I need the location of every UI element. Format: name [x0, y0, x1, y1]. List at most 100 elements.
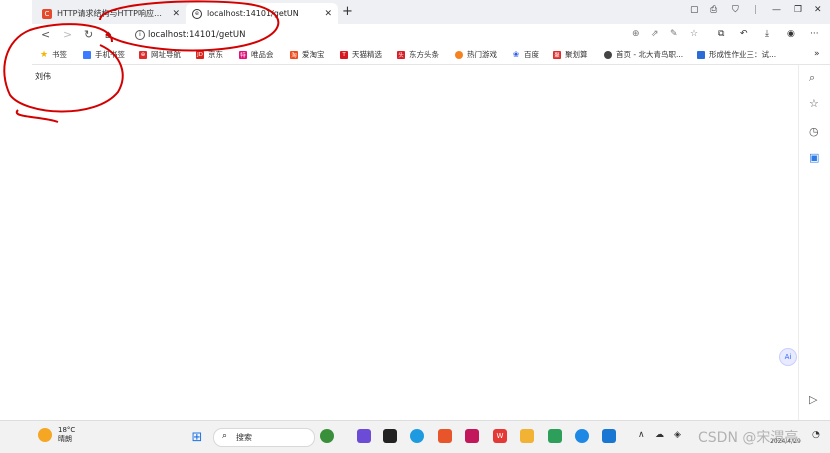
baidu-icon: ❀	[512, 50, 520, 59]
refresh-icon[interactable]: ↻	[84, 28, 93, 41]
favorites-icon[interactable]: ☆	[809, 97, 819, 110]
minimize-icon[interactable]: —	[772, 5, 781, 15]
bookmark-label: 网址导航	[151, 50, 181, 59]
taobao-icon: 淘	[290, 50, 298, 59]
restore-icon[interactable]: ❐	[794, 5, 802, 15]
tmall-icon: T	[340, 50, 348, 59]
bookmark-item[interactable]: JD 京东	[196, 49, 223, 60]
favorite-star-icon[interactable]: ☆	[690, 29, 698, 39]
bookmarks-bar: ★ 书签 手机书签 ⊕ 网址导航 JD 京东 特 唯品会 淘 爱淘宝 T 天猫精…	[32, 46, 830, 65]
print-icon[interactable]: ⎙	[710, 5, 717, 15]
edge-sidebar: ⌕ ☆ ◷ ▣ ▷	[798, 65, 830, 420]
bookmark-label: 首页 - 北大青鸟职...	[616, 50, 684, 59]
tab-actions-icon[interactable]: ▢	[690, 5, 699, 15]
undo-icon[interactable]: ↶	[740, 29, 748, 39]
csdn-icon: C	[42, 8, 52, 19]
tab-csdn-article[interactable]: C HTTP请求结构与HTTP响应结构... ✕	[36, 3, 186, 24]
forward-arrow-icon[interactable]: >	[63, 28, 72, 41]
bookmark-item[interactable]: 手机书签	[83, 49, 125, 60]
edge-app-icon[interactable]	[410, 429, 424, 443]
extensions-puzzle-icon[interactable]: ⧉	[718, 29, 724, 39]
bookmark-item[interactable]: 特 唯品会	[239, 49, 274, 60]
jd-icon: JD	[196, 50, 204, 59]
bookmark-item[interactable]: 形成性作业三：试...	[697, 49, 776, 60]
bookmark-item[interactable]: 首页 - 北大青鸟职...	[604, 49, 683, 60]
copilot-app-icon[interactable]	[357, 429, 371, 443]
weather-condition: 晴朗	[58, 435, 72, 443]
intellij-app-icon[interactable]	[465, 429, 479, 443]
url-text[interactable]: localhost:14101/getUN	[148, 30, 245, 40]
bookmark-label: 手机书签	[95, 50, 125, 59]
read-aloud-icon[interactable]: ✎	[670, 29, 678, 39]
phone-icon	[83, 50, 91, 59]
tab-title: HTTP请求结构与HTTP响应结构...	[57, 9, 167, 18]
search-icon[interactable]: ⌕	[809, 71, 815, 85]
bookmark-item[interactable]: T 天猫精选	[340, 49, 382, 60]
network-tool-icon[interactable]	[602, 429, 616, 443]
bookmark-label: 百度	[524, 50, 539, 59]
security-icon[interactable]: ◈	[674, 430, 681, 440]
bookmark-label: 书签	[52, 50, 67, 59]
file-explorer-icon[interactable]	[520, 429, 534, 443]
back-arrow-icon[interactable]: <	[41, 28, 50, 41]
browser-window: C HTTP请求结构与HTTP响应结构... ✕ e localhost:141…	[32, 0, 830, 420]
cloud-icon[interactable]: ☁	[655, 430, 664, 440]
office-app-icon[interactable]: ▣	[809, 151, 819, 164]
edge-page-icon: e	[192, 8, 202, 19]
bookmark-label: 形成性作业三：试...	[709, 50, 777, 59]
doc-icon	[697, 50, 705, 59]
bookmark-label: 爱淘宝	[302, 50, 325, 59]
bookmark-item[interactable]: 淘 爱淘宝	[290, 49, 325, 60]
bookmark-item[interactable]: 热门游戏	[455, 49, 497, 60]
close-icon[interactable]: ✕	[324, 9, 332, 19]
address-bar[interactable]: i localhost:14101/getUN	[120, 27, 720, 43]
profile-avatar-icon[interactable]: ◉	[787, 29, 795, 39]
notepad-app-icon[interactable]	[548, 429, 562, 443]
history-icon[interactable]: ◷	[809, 125, 819, 138]
taskbar-date: 2024/4/29	[770, 438, 801, 445]
notification-bell-icon[interactable]: ◔	[812, 430, 820, 440]
windows-taskbar: 18°C 晴朗 ⊞ ⌕ 搜索 W ∧ ☁ ◈ CSDN @宋渭亮 2024/4/…	[0, 420, 830, 453]
zoom-icon[interactable]: ⊕	[632, 29, 640, 39]
tab-title: localhost:14101/getUN	[207, 9, 299, 18]
taskbar-search[interactable]: ⌕ 搜索	[213, 428, 315, 447]
sun-icon	[38, 428, 52, 442]
more-menu-icon[interactable]: ···	[810, 29, 819, 39]
download-icon[interactable]: ⤓	[765, 29, 769, 39]
edge-active-app-icon[interactable]	[575, 429, 589, 443]
tab-localhost[interactable]: e localhost:14101/getUN ✕	[186, 3, 338, 24]
close-icon[interactable]: ✕	[172, 9, 180, 19]
weather-widget[interactable]: 18°C 晴朗	[38, 426, 75, 444]
bookmark-label: 聚划算	[565, 50, 588, 59]
bookmarks-overflow-icon[interactable]: »	[814, 49, 820, 59]
office-app-icon[interactable]	[438, 429, 452, 443]
widget-app-icon[interactable]	[320, 429, 334, 443]
bookmark-label: 热门游戏	[467, 50, 497, 59]
bookmark-label: 唯品会	[251, 50, 274, 59]
bookmark-item[interactable]: 头 东方头条	[397, 49, 439, 60]
tray-expand-icon[interactable]: ∧	[638, 430, 645, 440]
extensions-icon[interactable]: ⛉	[732, 5, 739, 15]
game-icon	[455, 50, 463, 59]
bookmark-item[interactable]: 聚 聚划算	[553, 49, 588, 60]
share-icon[interactable]: ⇗	[651, 29, 659, 39]
juhuasuan-icon: 聚	[553, 50, 561, 59]
response-text: 刘伟	[35, 72, 51, 81]
site-info-icon[interactable]: i	[135, 30, 145, 40]
new-tab-button[interactable]: +	[342, 4, 353, 19]
ai-assistant-icon[interactable]: Ai	[779, 348, 797, 366]
window-close-icon[interactable]: ✕	[814, 5, 822, 15]
toutiao-icon: 头	[397, 50, 405, 59]
home-icon[interactable]: ⌂	[105, 28, 112, 41]
windows-start-icon[interactable]: ⊞	[190, 430, 204, 445]
page-content: 刘伟	[32, 65, 798, 420]
bookmark-item[interactable]: ⊕ 网址导航	[139, 49, 181, 60]
search-label: 搜索	[236, 433, 252, 442]
collapse-sidebar-icon[interactable]: ▷	[809, 393, 817, 406]
bookmark-item[interactable]: ★ 书签	[40, 49, 67, 60]
wps-app-icon[interactable]: W	[493, 429, 507, 443]
bookmark-item[interactable]: ❀ 百度	[512, 49, 539, 60]
bookmark-label: 东方头条	[409, 50, 439, 59]
divider-icon: |	[754, 5, 758, 15]
terminal-app-icon[interactable]	[383, 429, 397, 443]
